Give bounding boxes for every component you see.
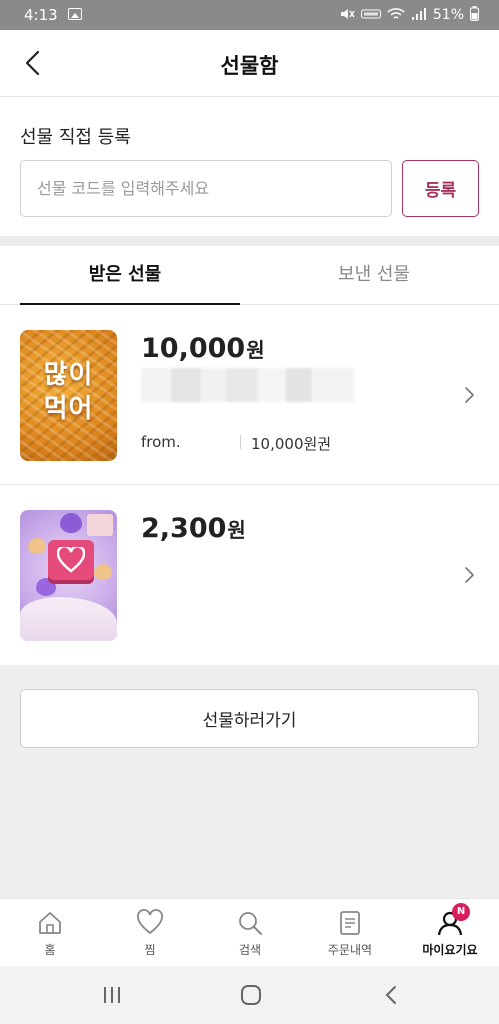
signal-icon <box>411 7 427 24</box>
recent-apps-icon <box>104 987 120 1003</box>
gift-tabs: 받은 선물 보낸 선물 <box>0 246 499 306</box>
nav-label: 홈 <box>44 943 56 957</box>
gift-from-label: from. <box>141 433 181 451</box>
chevron-right-icon <box>465 387 474 403</box>
tab-received-gifts[interactable]: 받은 선물 <box>0 246 250 306</box>
nav-my-yogiyo[interactable]: N 마이요기요 <box>400 899 499 967</box>
nav-favorites[interactable]: 찜 <box>100 899 200 967</box>
nav-home[interactable]: 홈 <box>0 899 100 967</box>
status-bar: 4:13 51% <box>0 0 499 30</box>
nav-label: 찜 <box>144 943 156 957</box>
divider <box>240 435 241 449</box>
nav-label: 주문내역 <box>327 943 373 957</box>
wifi-icon <box>387 7 405 24</box>
heart-sign <box>48 540 94 580</box>
gift-voucher-value: 10,000원권 <box>251 435 332 453</box>
back-nav-button[interactable] <box>376 982 406 1008</box>
bottom-nav: 홈 찜 검색 주문내역 N 마이요기요 <box>0 898 499 966</box>
battery-percent: 51% <box>432 7 464 23</box>
page-title: 선물함 <box>220 54 279 78</box>
gift-thumbnail <box>20 510 117 641</box>
gift-amount: 2,300원 <box>141 513 246 544</box>
gift-code-input[interactable] <box>20 160 392 217</box>
register-button[interactable]: 등록 <box>402 160 479 217</box>
image-icon <box>68 8 82 20</box>
gift-list-item[interactable]: 많이 먹어 10,000원 from. 10,000원권 <box>0 305 499 485</box>
blurred-gift-name <box>141 368 354 402</box>
status-icons: 51% <box>339 6 479 24</box>
send-gift-button[interactable]: 선물하러가기 <box>20 689 479 748</box>
gift-thumbnail: 많이 먹어 <box>20 330 117 461</box>
heart-icon <box>137 909 163 935</box>
nav-search[interactable]: 검색 <box>200 899 300 967</box>
battery-icon <box>470 6 479 24</box>
gift-list: 많이 먹어 10,000원 from. 10,000원권 2,300원 <box>0 305 499 665</box>
notification-badge: N <box>452 903 470 921</box>
header: 선물함 <box>0 30 499 97</box>
system-nav-bar <box>0 966 499 1024</box>
search-icon <box>239 912 262 935</box>
receipt-icon <box>340 911 360 935</box>
gift-list-item[interactable]: 2,300원 <box>0 485 499 665</box>
back-arrow-icon <box>385 986 396 1004</box>
chevron-right-icon <box>465 567 474 583</box>
home-circle-icon <box>241 985 261 1005</box>
recent-apps-button[interactable] <box>97 982 127 1008</box>
register-title: 선물 직접 등록 <box>20 127 131 148</box>
nav-orders[interactable]: 주문내역 <box>300 899 400 967</box>
section-divider <box>0 236 499 246</box>
nav-label: 마이요기요 <box>422 943 478 957</box>
home-button[interactable] <box>236 982 266 1008</box>
volte-icon <box>360 8 381 23</box>
thumbnail-text: 많이 먹어 <box>43 360 94 424</box>
heart-icon <box>57 547 85 573</box>
nav-label: 검색 <box>238 943 262 957</box>
gift-amount: 10,000원 <box>141 333 265 364</box>
home-icon <box>39 912 61 934</box>
mute-icon <box>339 7 355 24</box>
status-time: 4:13 <box>24 6 58 24</box>
gift-register-section: 선물 직접 등록 등록 <box>0 97 499 236</box>
tab-sent-gifts[interactable]: 보낸 선물 <box>249 246 499 305</box>
